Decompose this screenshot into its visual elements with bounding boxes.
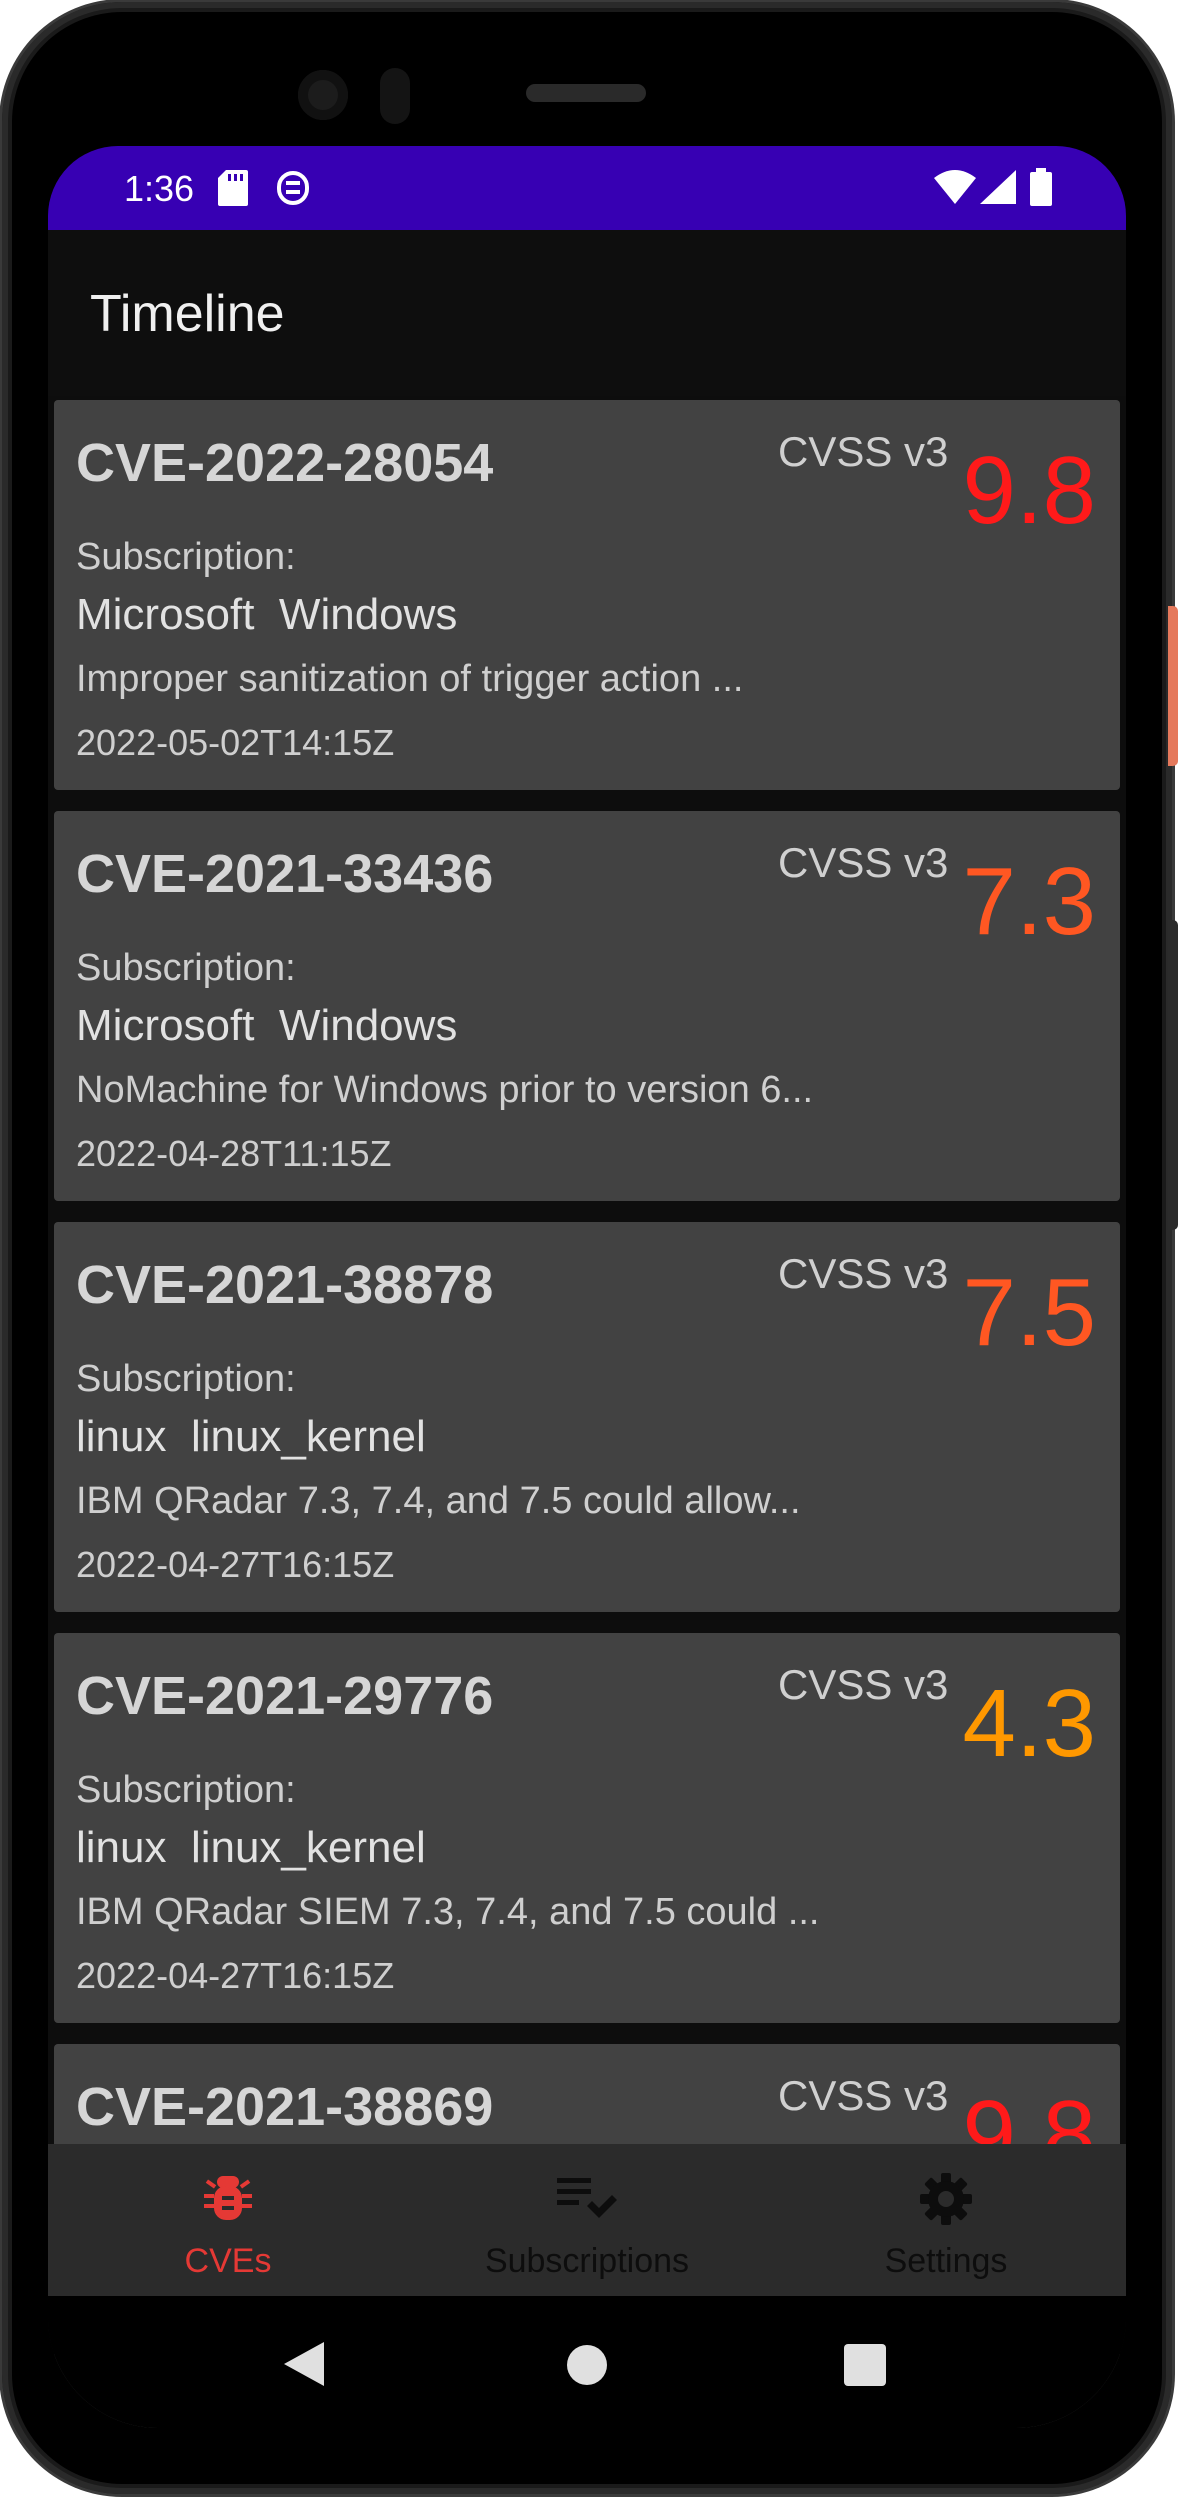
app-bar: Timeline (48, 230, 1126, 396)
subscription-label: Subscription: (76, 1358, 296, 1400)
cve-date: 2022-05-02T14:15Z (76, 722, 395, 763)
back-icon[interactable] (284, 2342, 324, 2391)
front-camera (298, 70, 348, 120)
cve-date: 2022-04-27T16:15Z (76, 1955, 395, 1996)
nav-label-subscriptions: Subscriptions (484, 2242, 690, 2280)
status-bar: 1:36 (48, 146, 1126, 230)
cve-id: CVE-2022-28054 (76, 433, 494, 493)
cve-card[interactable]: CVE-2021-38878 CVSS v3 7.5 Subscription:… (54, 1222, 1120, 1612)
cve-description: IBM QRadar SIEM 7.3, 7.4, and 7.5 could … (76, 1891, 820, 1933)
cve-id: CVE-2021-38878 (76, 1255, 494, 1315)
recents-icon[interactable] (844, 2344, 886, 2391)
status-time: 1:36 (124, 168, 195, 209)
cvss-label: CVSS v3 (778, 428, 949, 475)
page-title: Timeline (90, 285, 285, 343)
cvss-label: CVSS v3 (778, 2072, 949, 2119)
cve-date: 2022-04-27T16:15Z (76, 1544, 395, 1585)
sync-icon (276, 170, 310, 211)
cve-card[interactable]: CVE-2021-33436 CVSS v3 7.3 Subscription:… (54, 811, 1120, 1201)
screen: 1:36 Timeline CVE-2022-28054 CVSS v3 9.8… (48, 146, 1126, 2428)
cve-id: CVE-2021-33436 (76, 844, 494, 904)
cve-card[interactable]: CVE-2021-29776 CVSS v3 4.3 Subscription:… (54, 1633, 1120, 2023)
subscription-label: Subscription: (76, 1769, 296, 1811)
nav-item-cves[interactable]: CVEs (78, 2144, 378, 2296)
signal-icon (980, 170, 1016, 209)
cve-description: Improper sanitization of trigger action … (76, 658, 744, 700)
system-navigation-bar (48, 2296, 1126, 2428)
home-icon[interactable] (566, 2344, 608, 2391)
subscription-label: Subscription: (76, 536, 296, 578)
nav-label-cves: CVEs (184, 2242, 272, 2280)
bottom-navigation: CVEs Subscriptions Settings (48, 2144, 1126, 2296)
cve-id: CVE-2021-38869 (76, 2077, 494, 2137)
subscription-value: linux linux_kernel (76, 1412, 426, 1461)
playlist-check-icon (557, 2172, 617, 2223)
cvss-score: 9.8 (962, 437, 1096, 544)
nav-item-settings[interactable]: Settings (796, 2144, 1096, 2296)
cvss-label: CVSS v3 (778, 1661, 949, 1708)
bug-icon (204, 2172, 252, 2229)
power-button (1168, 606, 1178, 766)
cvss-score: 4.3 (962, 1670, 1096, 1777)
wifi-icon (934, 170, 976, 209)
nav-label-settings: Settings (884, 2242, 1008, 2280)
sd-card-icon (218, 170, 248, 211)
cve-id: CVE-2021-29776 (76, 1666, 494, 1726)
volume-button (1168, 920, 1178, 1230)
cve-card[interactable]: CVE-2022-28054 CVSS v3 9.8 Subscription:… (54, 400, 1120, 790)
battery-icon (1030, 168, 1052, 211)
cvss-score: 7.3 (962, 848, 1096, 955)
cve-date: 2022-04-28T11:15Z (76, 1133, 392, 1174)
cvss-label: CVSS v3 (778, 839, 949, 886)
nav-item-subscriptions[interactable]: Subscriptions (437, 2144, 737, 2296)
sensor (380, 68, 410, 124)
subscription-value: Microsoft Windows (76, 590, 458, 639)
subscription-value: Microsoft Windows (76, 1001, 458, 1050)
cvss-score: 7.5 (962, 1259, 1096, 1366)
earpiece-speaker (526, 84, 646, 102)
gear-icon (919, 2172, 973, 2231)
subscription-value: linux linux_kernel (76, 1823, 426, 1872)
cvss-label: CVSS v3 (778, 1250, 949, 1297)
cve-description: NoMachine for Windows prior to version 6… (76, 1069, 814, 1111)
subscription-label: Subscription: (76, 947, 296, 989)
cve-description: IBM QRadar 7.3, 7.4, and 7.5 could allow… (76, 1480, 801, 1522)
